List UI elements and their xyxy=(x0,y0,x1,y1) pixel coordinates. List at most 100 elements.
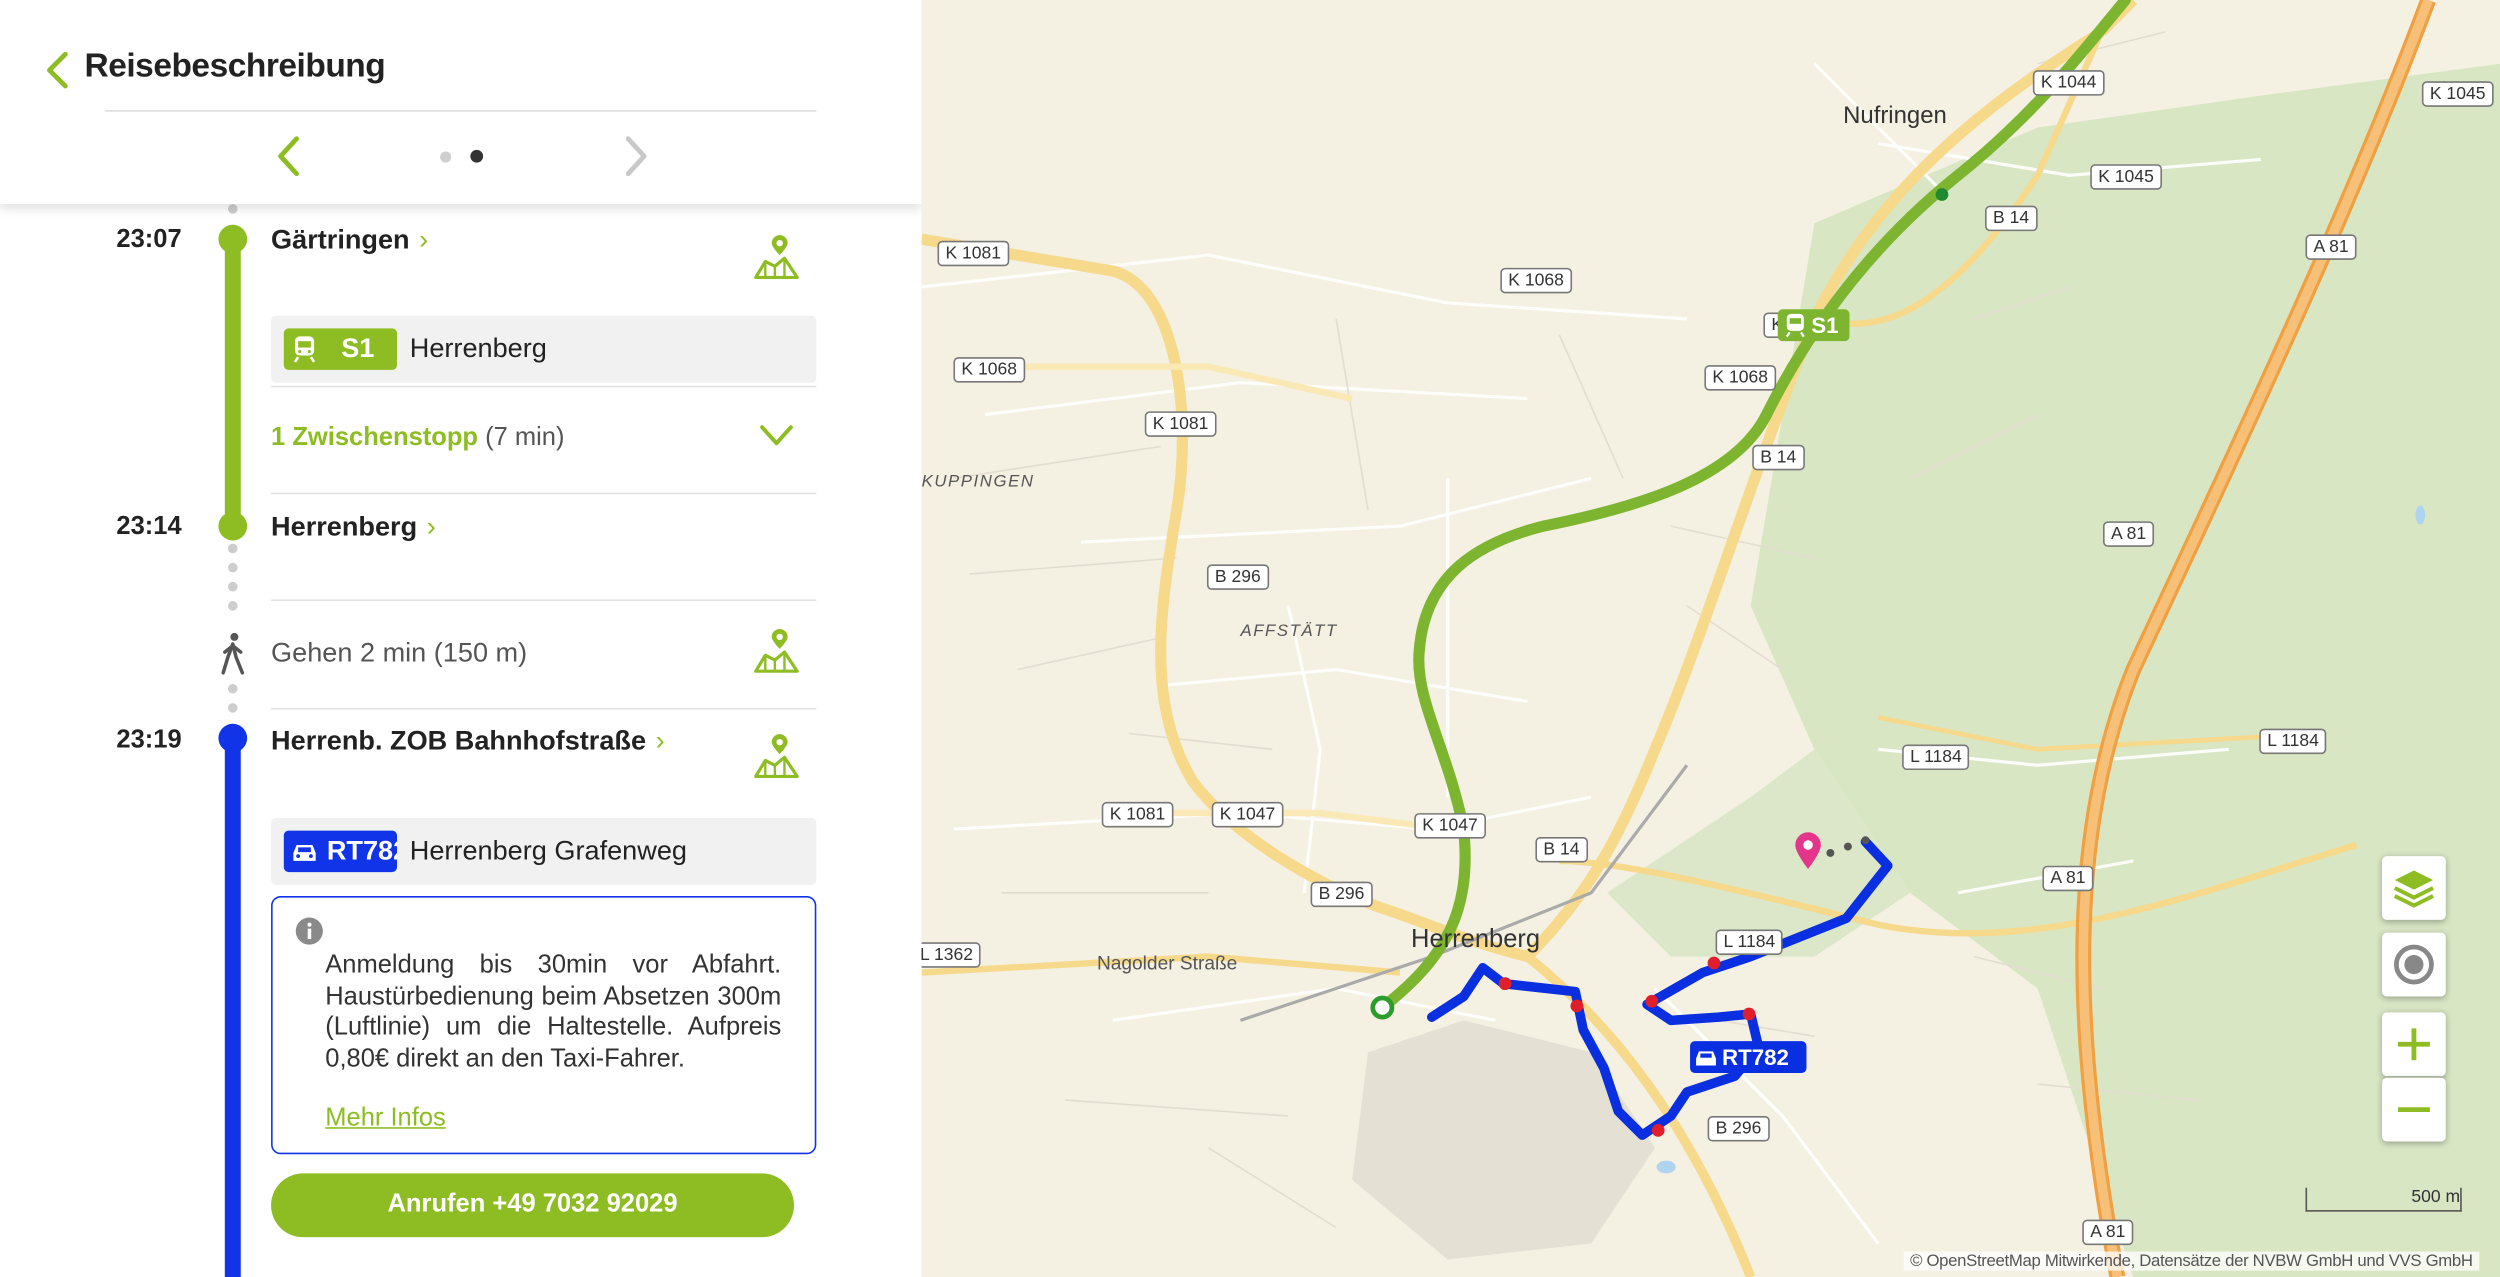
timeline-dot xyxy=(227,581,238,592)
departure-time: 23:07 xyxy=(116,226,182,254)
timeline-dot xyxy=(227,683,238,694)
stop-name: Gärtringen xyxy=(271,224,410,256)
walk-segment: Gehen 2 min (150 m) xyxy=(271,637,528,669)
timeline-dot xyxy=(227,204,238,214)
info-icon xyxy=(295,917,323,945)
leg-rt782[interactable]: RT782 Herrenberg Grafenweg xyxy=(271,817,817,885)
pager-dot-1[interactable] xyxy=(440,151,452,163)
map-label-herrenberg: Herrenberg xyxy=(1411,926,1541,954)
road-label: L 1184 xyxy=(2259,728,2327,755)
road-label: B 296 xyxy=(1206,564,1269,590)
show-on-map-icon[interactable] xyxy=(753,733,801,781)
road-label: B 14 xyxy=(1985,205,2038,232)
walking-person-icon xyxy=(221,632,245,675)
road-label: K 1045 xyxy=(2421,81,2494,107)
map-label-nufringen: Nufringen xyxy=(1843,102,1947,130)
train-icon xyxy=(1785,313,1805,338)
chevron-right-icon: › xyxy=(426,511,436,543)
stop-name: Herrenb. ZOB Bahnhofstraße xyxy=(271,725,647,756)
zoom-in-button[interactable] xyxy=(2382,1012,2446,1077)
next-page-icon[interactable] xyxy=(619,134,654,179)
layers-button[interactable] xyxy=(2382,856,2446,920)
divider xyxy=(105,110,817,112)
pager-dot-2-active[interactable] xyxy=(470,149,484,163)
road-label: K 1068 xyxy=(1704,365,1776,391)
locate-me-button[interactable] xyxy=(2382,932,2446,997)
timeline-dot xyxy=(227,543,238,554)
timeline-dot xyxy=(227,601,238,611)
line-label: RT782 xyxy=(326,835,397,866)
map-view[interactable]: Nufringen Herrenberg KUPPINGEN AFFSTÄTT … xyxy=(921,0,2500,1277)
divider xyxy=(271,492,817,495)
timeline-node-herrenberg xyxy=(218,511,248,541)
map-badge-rt782[interactable]: RT782 xyxy=(1690,1041,1807,1073)
leg-destination: Herrenberg xyxy=(409,333,547,364)
road-label: K 1044 xyxy=(2032,70,2105,96)
road-label: K 1068 xyxy=(953,357,1025,383)
intermediate-count: 1 Zwischenstopp xyxy=(271,424,478,452)
map-badge-label: RT782 xyxy=(1721,1044,1789,1070)
panel-header: Reisebeschreibung xyxy=(0,0,922,205)
road-label: B 296 xyxy=(1707,1116,1770,1142)
layers-icon xyxy=(2393,870,2434,908)
plus-icon xyxy=(2397,1028,2430,1061)
stop-zob-bahnhofstrasse[interactable]: Herrenb. ZOB Bahnhofstraße › xyxy=(271,725,665,757)
timeline-dot xyxy=(227,562,238,573)
line-badge-rt782: RT782 xyxy=(283,830,398,873)
departure-time: 23:19 xyxy=(116,727,182,755)
info-box: Anmeldung bis 30min vor Abfahrt. Haustür… xyxy=(271,895,817,1155)
intermediate-stops-toggle[interactable]: 1 Zwischenstopp (7 min) xyxy=(271,424,564,453)
road-label: K 1047 xyxy=(1414,813,1486,839)
minus-icon xyxy=(2397,1107,2430,1113)
road-label: A 81 xyxy=(2103,521,2155,547)
road-label: L 1184 xyxy=(1715,929,1784,955)
call-button[interactable]: Anrufen +49 7032 92029 xyxy=(271,1173,795,1238)
map-canvas[interactable] xyxy=(921,0,2500,1277)
road-label: K 1047 xyxy=(1211,801,1284,828)
show-on-map-icon[interactable] xyxy=(753,234,801,282)
page-title: Reisebeschreibung xyxy=(84,47,386,85)
road-label: A 81 xyxy=(2305,234,2357,260)
road-label: B 14 xyxy=(1752,444,1805,471)
chevron-right-icon: › xyxy=(419,224,429,256)
road-label: A 81 xyxy=(2082,1219,2134,1246)
zoom-out-button[interactable] xyxy=(2382,1077,2446,1142)
intermediate-duration: (7 min) xyxy=(485,424,565,452)
taxi-icon xyxy=(1696,1051,1716,1066)
road-label: K 1068 xyxy=(1500,267,1572,294)
timeline-line-s1 xyxy=(224,239,241,527)
arrival-time: 23:14 xyxy=(116,513,182,541)
train-icon xyxy=(293,336,316,363)
map-label-affstaett: AFFSTÄTT xyxy=(1240,621,1338,641)
road-label: A 81 xyxy=(2042,865,2094,892)
line-label: S1 xyxy=(341,333,375,364)
road-label: L 1362 xyxy=(921,942,981,968)
road-label: K 1081 xyxy=(1144,411,1217,437)
info-text: Anmeldung bis 30min vor Abfahrt. Haustür… xyxy=(325,951,782,1073)
map-attribution[interactable]: © OpenStreetMap Mitwirkende, Datensätze … xyxy=(1903,1251,2480,1271)
road-label: B 296 xyxy=(1310,881,1373,908)
stop-gaertringen[interactable]: Gärtringen › xyxy=(271,225,428,257)
map-label-nagolder-strasse: Nagolder Straße xyxy=(1096,951,1238,975)
road-label: K 1045 xyxy=(2090,164,2162,190)
chevron-down-icon[interactable] xyxy=(759,419,794,451)
stop-name: Herrenberg xyxy=(271,511,418,543)
leg-destination: Herrenberg Grafenweg xyxy=(409,835,687,866)
stop-herrenberg[interactable]: Herrenberg › xyxy=(271,512,436,544)
show-on-map-icon[interactable] xyxy=(753,628,801,676)
chevron-right-icon: › xyxy=(655,725,665,756)
back-chevron-icon[interactable] xyxy=(41,48,73,93)
map-badge-s1[interactable]: S1 xyxy=(1777,309,1850,342)
road-label: K 1081 xyxy=(937,240,1010,267)
previous-page-icon[interactable] xyxy=(271,134,306,179)
line-badge-s1: S1 xyxy=(283,328,398,370)
road-label: K 1081 xyxy=(1101,801,1174,828)
timeline-dot xyxy=(227,703,238,713)
leg-s1[interactable]: S1 Herrenberg xyxy=(271,315,817,383)
divider xyxy=(271,385,817,388)
divider xyxy=(271,707,817,710)
divider xyxy=(271,599,817,602)
taxi-icon xyxy=(293,844,316,861)
location-target-icon xyxy=(2393,944,2434,985)
more-info-link[interactable]: Mehr Infos xyxy=(325,1105,446,1134)
